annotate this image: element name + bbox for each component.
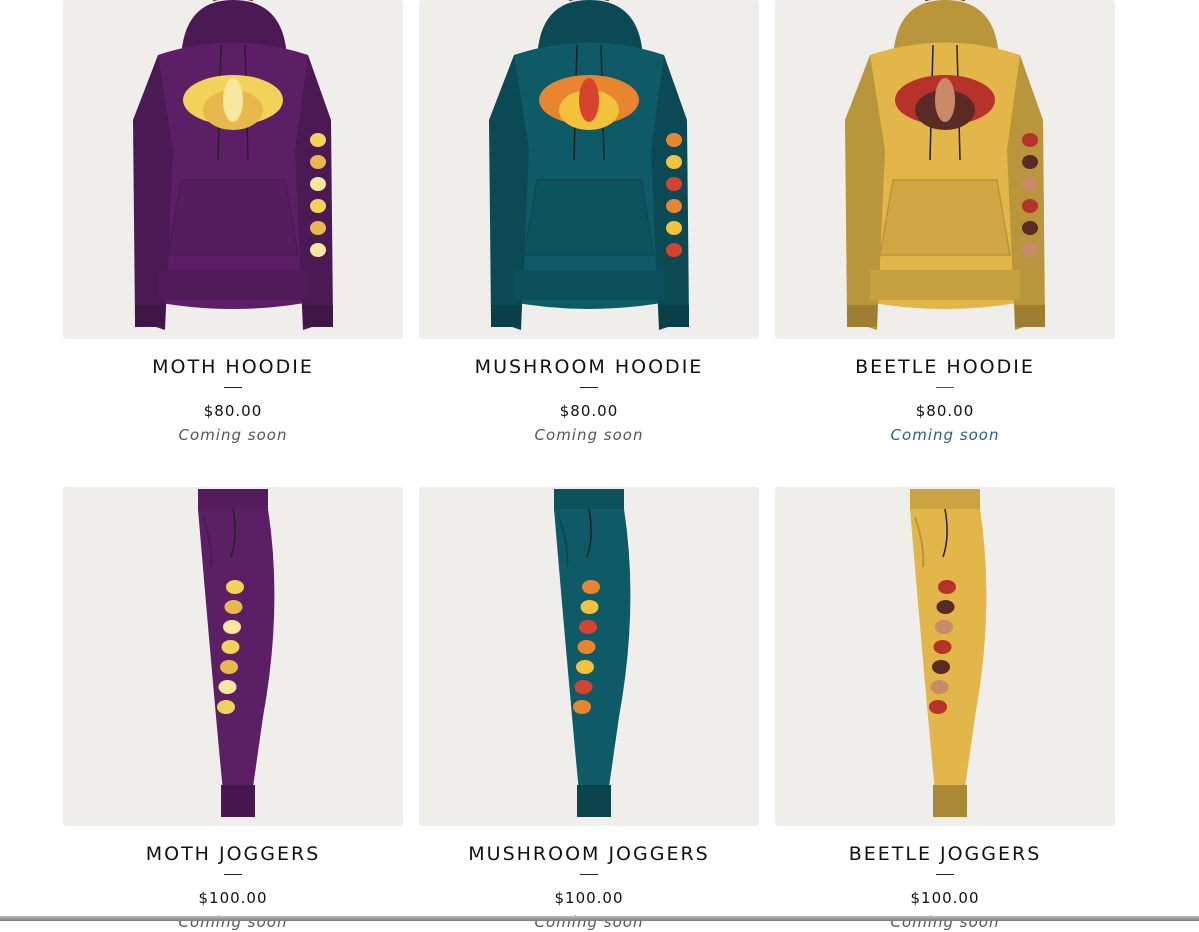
product-title[interactable]: MUSHROOM HOODIE — [419, 355, 759, 379]
product-image-link[interactable] — [775, 0, 1115, 339]
product-price: $80.00 — [203, 402, 263, 420]
product-title[interactable]: BEETLE HOODIE — [775, 355, 1115, 379]
title-divider — [224, 874, 242, 875]
product-image-link[interactable] — [419, 0, 759, 339]
product-image-link[interactable] — [419, 487, 759, 826]
product-card-mushroom-hoodie[interactable]: MUSHROOM HOODIE $80.00 Coming soon — [419, 0, 759, 445]
product-image-link[interactable] — [775, 487, 1115, 826]
moth-joggers-image — [198, 489, 275, 817]
availability-status[interactable]: Coming soon — [775, 425, 1115, 445]
beetle-joggers-image — [910, 489, 987, 817]
mushroom-joggers-image — [554, 489, 631, 817]
title-divider — [580, 387, 598, 388]
product-price: $100.00 — [554, 889, 624, 907]
moth-hoodie-image — [133, 0, 333, 330]
title-divider — [936, 387, 954, 388]
mushroom-hoodie-image — [489, 0, 689, 330]
title-divider — [936, 874, 954, 875]
product-title[interactable]: BEETLE JOGGERS — [775, 842, 1115, 866]
product-price: $100.00 — [198, 889, 268, 907]
product-title[interactable]: MOTH HOODIE — [63, 355, 403, 379]
product-image-link[interactable] — [63, 0, 403, 339]
title-divider — [224, 387, 242, 388]
product-price: $80.00 — [915, 402, 975, 420]
product-image-link[interactable] — [63, 487, 403, 826]
availability-status[interactable]: Coming soon — [63, 425, 403, 445]
product-price: $100.00 — [910, 889, 980, 907]
product-card-moth-joggers[interactable]: MOTH JOGGERS $100.00 Coming soon — [63, 487, 403, 932]
product-price: $80.00 — [559, 402, 619, 420]
product-card-beetle-joggers[interactable]: BEETLE JOGGERS $100.00 Coming soon — [775, 487, 1115, 932]
availability-status[interactable]: Coming soon — [775, 912, 1115, 932]
product-title[interactable]: MOTH JOGGERS — [63, 842, 403, 866]
beetle-hoodie-image — [845, 0, 1045, 330]
availability-status[interactable]: Coming soon — [419, 425, 759, 445]
viewport-bottom-edge — [0, 916, 1199, 921]
product-card-moth-hoodie[interactable]: MOTH HOODIE $80.00 Coming soon — [63, 0, 403, 445]
availability-status[interactable]: Coming soon — [419, 912, 759, 932]
product-card-beetle-hoodie[interactable]: BEETLE HOODIE $80.00 Coming soon — [775, 0, 1115, 445]
product-title[interactable]: MUSHROOM JOGGERS — [419, 842, 759, 866]
availability-status[interactable]: Coming soon — [63, 912, 403, 932]
title-divider — [580, 874, 598, 875]
product-card-mushroom-joggers[interactable]: MUSHROOM JOGGERS $100.00 Coming soon — [419, 487, 759, 932]
